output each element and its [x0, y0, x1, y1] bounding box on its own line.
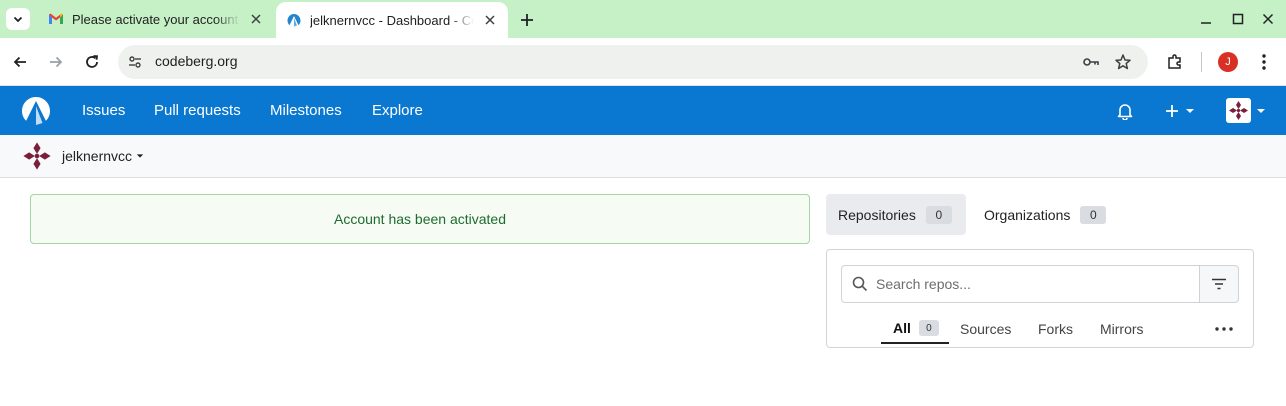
- repo-count-badge: 0: [925, 205, 952, 224]
- context-switcher[interactable]: jelknernvcc: [22, 141, 144, 171]
- codeberg-logo-icon[interactable]: [20, 95, 52, 127]
- password-key-icon[interactable]: [1082, 53, 1100, 71]
- bell-icon: [1117, 104, 1133, 120]
- filter-button[interactable]: [1199, 265, 1239, 303]
- tab-search-button[interactable]: [6, 8, 30, 30]
- caret-down-icon: [136, 154, 144, 158]
- plus-icon: [1166, 105, 1178, 117]
- forward-button[interactable]: [44, 50, 68, 74]
- close-window-button[interactable]: [1260, 11, 1276, 27]
- extensions-button[interactable]: [1163, 50, 1187, 74]
- filter-label: All: [893, 320, 911, 336]
- reload-button[interactable]: [80, 50, 104, 74]
- site-info-icon[interactable]: [126, 53, 144, 71]
- org-count-badge: 0: [1080, 205, 1107, 224]
- tab-repositories[interactable]: Repositories 0: [826, 194, 966, 235]
- filter-tab-sources[interactable]: Sources: [960, 314, 1011, 344]
- minimize-icon: [1201, 22, 1211, 24]
- close-tab-icon[interactable]: [246, 9, 266, 29]
- more-vertical-icon: [1262, 54, 1266, 70]
- browser-tab-strip: Please activate your account jelknernvcc…: [0, 0, 1286, 38]
- bookmark-star-icon[interactable]: [1114, 53, 1132, 71]
- back-button[interactable]: [8, 50, 32, 74]
- all-count-badge: 0: [918, 320, 939, 336]
- more-filters-button[interactable]: [1211, 322, 1237, 336]
- site-navbar: Issues Pull requests Milestones Explore: [0, 86, 1286, 135]
- tab-organizations[interactable]: Organizations 0: [984, 194, 1107, 235]
- repo-search-field[interactable]: [841, 265, 1200, 303]
- caret-down-icon: [1186, 109, 1194, 113]
- nav-milestones[interactable]: Milestones: [270, 102, 342, 119]
- address-bar[interactable]: codeberg.org: [118, 45, 1148, 79]
- search-input[interactable]: [876, 276, 1176, 292]
- success-flash-message: Account has been activated: [30, 194, 810, 244]
- create-new-button[interactable]: [1165, 100, 1195, 122]
- caret-down-icon: [1257, 109, 1265, 113]
- filter-icon: [1212, 278, 1226, 290]
- browser-tab-gmail[interactable]: Please activate your account: [38, 0, 274, 38]
- tab-title: Please activate your account: [72, 11, 239, 27]
- maximize-icon: [1232, 13, 1244, 25]
- browser-menu-button[interactable]: [1252, 50, 1276, 74]
- browser-toolbar: codeberg.org J: [0, 38, 1286, 86]
- plus-icon: [521, 14, 533, 26]
- user-menu-caret[interactable]: [1256, 100, 1266, 122]
- puzzle-icon: [1168, 54, 1181, 69]
- filter-tab-mirrors[interactable]: Mirrors: [1100, 314, 1144, 344]
- close-tab-icon[interactable]: [480, 10, 500, 30]
- arrow-left-icon: [13, 56, 26, 68]
- filter-tab-forks[interactable]: Forks: [1038, 314, 1073, 344]
- more-horizontal-icon: [1215, 327, 1233, 331]
- repo-list-panel: All 0 Sources Forks Mirrors: [826, 249, 1254, 348]
- user-avatar[interactable]: [1226, 98, 1251, 123]
- dashboard-context-bar: jelknernvcc: [0, 135, 1286, 178]
- avatar-icon: [1229, 101, 1248, 120]
- notifications-button[interactable]: [1117, 100, 1133, 122]
- filter-tab-all[interactable]: All 0: [881, 314, 949, 344]
- toolbar-divider: [1201, 52, 1202, 72]
- maximize-button[interactable]: [1230, 11, 1246, 27]
- arrow-right-icon: [50, 56, 63, 68]
- reload-icon: [86, 55, 99, 68]
- gmail-icon: [49, 13, 63, 24]
- tab-title: jelknernvcc - Dashboard - Codeberg: [310, 12, 474, 28]
- nav-explore[interactable]: Explore: [372, 102, 423, 119]
- tab-label: Organizations: [984, 206, 1071, 223]
- search-icon: [852, 276, 868, 292]
- url-text: codeberg.org: [155, 53, 238, 69]
- profile-avatar[interactable]: J: [1218, 52, 1238, 72]
- avatar-icon: [23, 142, 51, 170]
- nav-issues[interactable]: Issues: [82, 102, 125, 119]
- close-icon: [1262, 13, 1274, 25]
- tab-label: Repositories: [838, 206, 916, 223]
- chevron-down-icon: [13, 16, 23, 23]
- minimize-button[interactable]: [1198, 11, 1214, 27]
- context-username: jelknernvcc: [62, 148, 133, 164]
- nav-pull-requests[interactable]: Pull requests: [154, 102, 241, 119]
- codeberg-icon: [287, 14, 301, 27]
- new-tab-button[interactable]: [516, 9, 538, 31]
- browser-tab-codeberg[interactable]: jelknernvcc - Dashboard - Codeberg: [276, 2, 508, 38]
